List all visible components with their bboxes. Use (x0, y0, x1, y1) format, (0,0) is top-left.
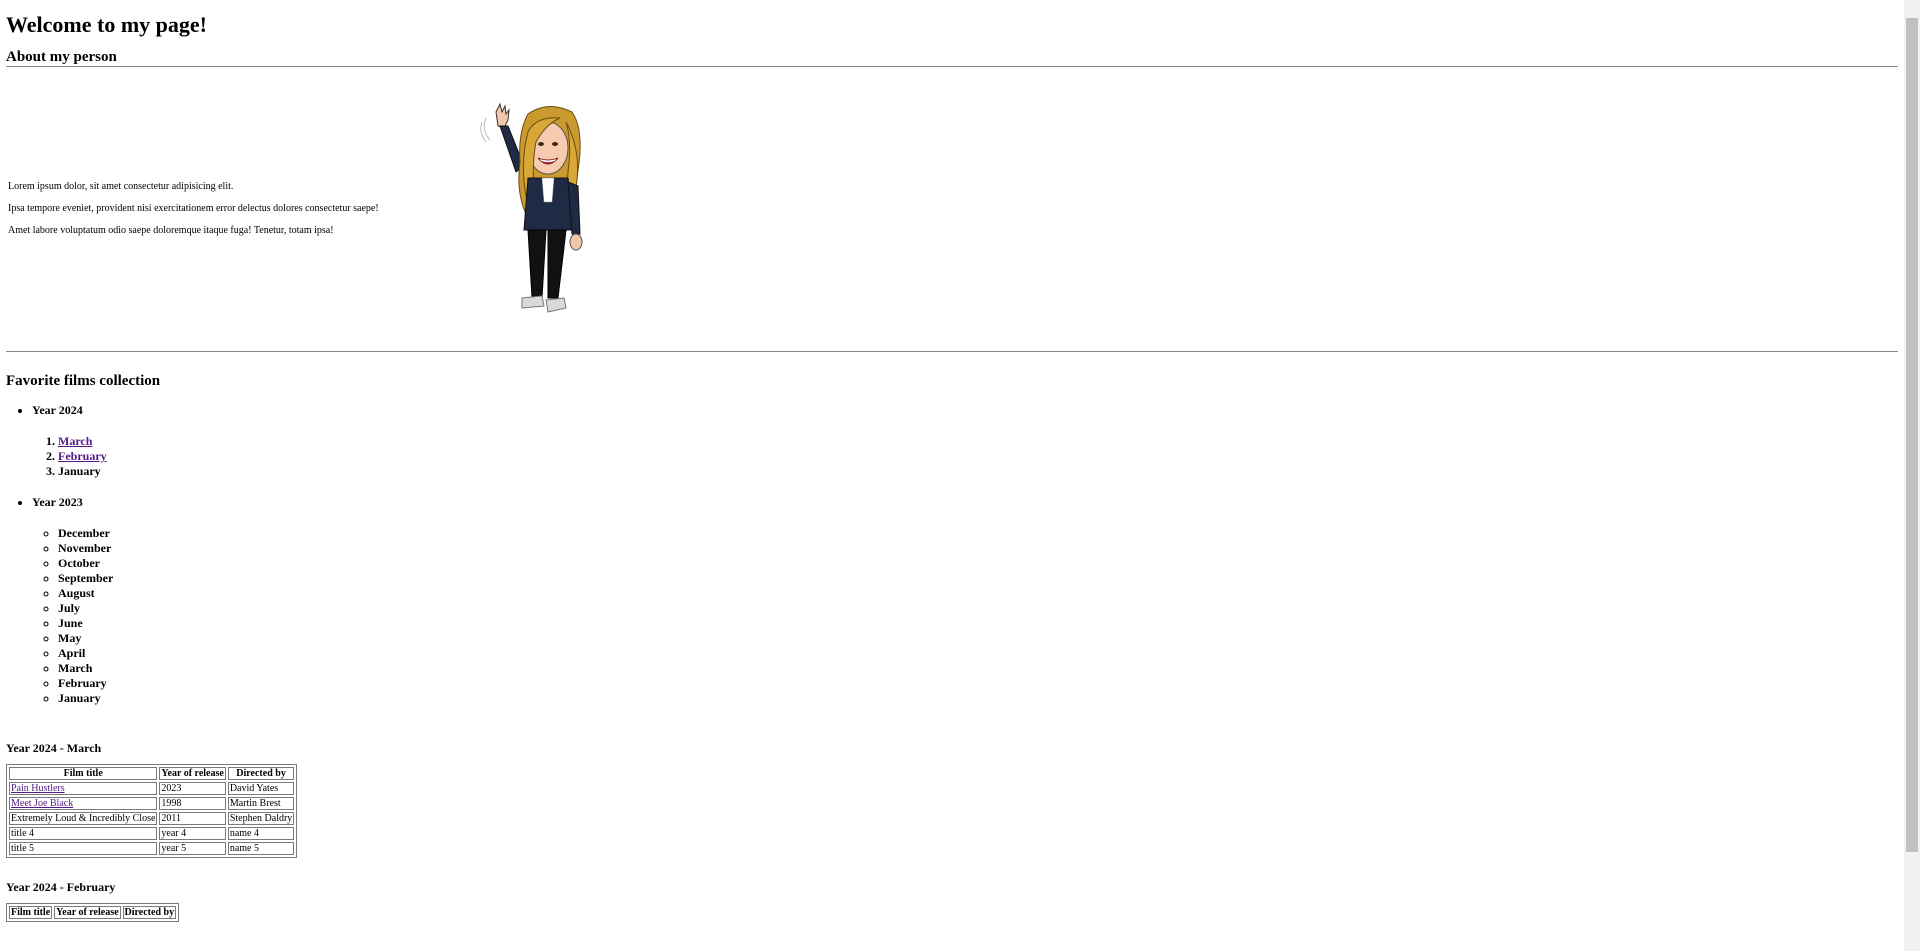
table-cell: name 4 (227, 827, 295, 840)
table-row: title 4 year 4 name 4 (9, 827, 295, 840)
month-item: January (58, 691, 1898, 706)
about-section: Lorem ipsum dolor, sit amet consectetur … (6, 67, 1898, 351)
about-paragraph: Lorem ipsum dolor, sit amet consectetur … (8, 181, 234, 192)
month-item: December (58, 526, 1898, 541)
film-link[interactable]: Pain Hustlers (11, 783, 65, 794)
section-heading-february: Year 2024 - February (6, 880, 116, 894)
section-heading-march: Year 2024 - March (6, 741, 102, 755)
table-cell: year 4 (159, 827, 226, 840)
table-header-row: Film title Year of release Directed by (9, 767, 295, 780)
month-item: November (58, 541, 1898, 556)
page-content: Welcome to my page! About my person Lore… (0, 12, 1904, 922)
table-cell: 2011 (159, 812, 226, 825)
month-item: April (58, 646, 1898, 661)
month-link-february[interactable]: February (58, 449, 107, 463)
table-cell: 2023 (159, 782, 226, 795)
table-row: Extremely Loud & Incredibly Close 2011 S… (9, 812, 295, 825)
about-paragraph: Amet labore voluptatum odio saepe dolore… (8, 225, 334, 236)
year-item-2024: Year 2024 March February January (32, 403, 1898, 479)
avatar-illustration (480, 102, 583, 313)
films-title: Favorite films collection (6, 373, 161, 389)
avatar-image (476, 102, 616, 316)
table-cell: Stephen Daldry (227, 812, 295, 825)
table-cell: Martin Brest (227, 797, 295, 810)
year-label: Year 2023 (32, 495, 83, 509)
month-item: July (58, 601, 1898, 616)
column-header: Directed by (227, 767, 295, 780)
page: Welcome to my page! About my person Lore… (0, 0, 1904, 951)
month-item: August (58, 586, 1898, 601)
table-cell: name 5 (227, 842, 295, 855)
about-text: Lorem ipsum dolor, sit amet consectetur … (6, 181, 476, 237)
table-cell[interactable]: Meet Joe Black (9, 797, 158, 810)
scrollbar-thumb[interactable] (1906, 18, 1918, 852)
table-row: Pain Hustlers 2023 David Yates (9, 782, 295, 795)
years-list: Year 2024 March February January Year 20… (6, 403, 1898, 706)
month-item: June (58, 616, 1898, 631)
table-cell: year 5 (159, 842, 226, 855)
month-item[interactable]: February (58, 449, 1898, 464)
table-cell: title 5 (9, 842, 158, 855)
month-item: September (58, 571, 1898, 586)
table-cell[interactable]: Pain Hustlers (9, 782, 158, 795)
table-header-row: Film title Year of release Directed by (9, 906, 177, 919)
table-row: Meet Joe Black 1998 Martin Brest (9, 797, 295, 810)
films-table-march: Film title Year of release Directed by P… (6, 764, 298, 858)
column-header: Directed by (122, 906, 177, 919)
month-item: March (58, 661, 1898, 676)
column-header: Year of release (54, 906, 121, 919)
about-title: About my person (6, 49, 117, 65)
year-item-2023: Year 2023 December November October Sept… (32, 495, 1898, 706)
month-item: January (58, 464, 1898, 479)
vertical-scrollbar[interactable] (1904, 0, 1920, 951)
film-link[interactable]: Meet Joe Black (11, 798, 73, 809)
table-cell: 1998 (159, 797, 226, 810)
column-header: Film title (9, 906, 53, 919)
page-title: Welcome to my page! (6, 12, 207, 37)
column-header: Film title (9, 767, 158, 780)
months-list-2024: March February January (32, 434, 1898, 479)
month-item: February (58, 676, 1898, 691)
divider (6, 351, 1898, 352)
table-cell: Extremely Loud & Incredibly Close (9, 812, 158, 825)
month-link-march[interactable]: March (58, 434, 92, 448)
months-list-2023: December November October September Augu… (32, 526, 1898, 706)
month-item: May (58, 631, 1898, 646)
month-item: October (58, 556, 1898, 571)
about-paragraph: Ipsa tempore eveniet, provident nisi exe… (8, 203, 379, 214)
table-cell: David Yates (227, 782, 295, 795)
month-item[interactable]: March (58, 434, 1898, 449)
table-cell: title 4 (9, 827, 158, 840)
table-row: title 5 year 5 name 5 (9, 842, 295, 855)
year-label: Year 2024 (32, 403, 83, 417)
column-header: Year of release (159, 767, 226, 780)
films-table-february: Film title Year of release Directed by (6, 903, 180, 922)
